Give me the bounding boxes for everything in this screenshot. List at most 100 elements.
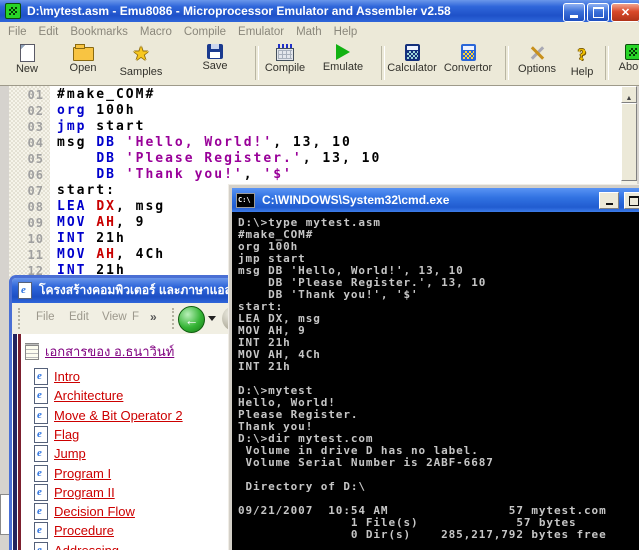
list-item: Procedure (34, 522, 114, 539)
toolbar-button-label: About (619, 61, 639, 73)
list-item: Program II (34, 484, 115, 501)
toolbar-button-label: Calculator (387, 62, 437, 74)
code-token (116, 151, 126, 166)
toolbar-button-label: Save (202, 60, 227, 72)
menu-overflow-chevron[interactable]: » (150, 310, 157, 324)
minimize-button[interactable] (563, 3, 585, 22)
chip-icon (625, 44, 639, 60)
toolbar-drag-handle[interactable] (18, 308, 23, 329)
content-link[interactable]: Jump (54, 446, 86, 461)
code-line: DB 'Please Register.', 13, 10 (57, 151, 381, 167)
menu-item-compile[interactable]: Compile (178, 24, 232, 40)
line-number: 11 (28, 247, 44, 263)
ie-menu-item-edit[interactable]: Edit (69, 311, 89, 323)
menu-item-emulator[interactable]: Emulator (232, 24, 290, 40)
content-link[interactable]: Program II (54, 485, 115, 500)
code-token: DB (96, 135, 116, 150)
content-link[interactable]: Procedure (54, 523, 114, 538)
toolbar-button-label: New (16, 63, 38, 75)
cmd-titlebar[interactable]: C:\WINDOWS\System32\cmd.exe (232, 188, 639, 212)
code-token: #make_COM# (57, 87, 155, 102)
ie-menu-item-f[interactable]: F (132, 311, 139, 323)
cmd-window: C:\WINDOWS\System32\cmd.exe D:\>type myt… (228, 184, 639, 550)
code-token: '$' (263, 167, 292, 182)
scrollbar-up-arrow-icon[interactable] (621, 86, 637, 103)
toolbar-button-label: Samples (120, 66, 163, 78)
list-item: Intro (34, 368, 80, 385)
menu-item-math[interactable]: Math (290, 24, 328, 40)
ie-page-icon (34, 522, 48, 539)
menu-item-bookmarks[interactable]: Bookmarks (64, 24, 134, 40)
content-link[interactable]: Flag (54, 427, 79, 442)
menu-item-edit[interactable]: Edit (33, 24, 65, 40)
content-link[interactable]: Architecture (54, 388, 123, 403)
emu8086-titlebar[interactable]: D:\mytest.asm - Emu8086 - Microprocessor… (0, 0, 639, 22)
code-token: start: (57, 183, 116, 198)
back-button[interactable] (178, 306, 205, 333)
ie-menu-item-view[interactable]: View (102, 311, 127, 323)
content-link[interactable]: Decision Flow (54, 504, 135, 519)
code-token: MOV (57, 215, 86, 230)
close-button[interactable] (611, 3, 639, 22)
toolbar-button-label: Convertor (444, 62, 492, 74)
toolbar-button-help[interactable]: Help (562, 43, 602, 83)
content-link[interactable]: Program I (54, 466, 111, 481)
new-file-icon (20, 44, 35, 62)
code-line: org 100h (57, 103, 136, 119)
cmd-output[interactable]: D:\>type mytest.asm #make_COM# org 100h … (232, 212, 639, 550)
star-icon (132, 44, 149, 65)
content-link[interactable]: Addressing (54, 543, 119, 550)
toolbar-button-new[interactable]: New (6, 43, 48, 83)
toolbar-button-label: Options (518, 63, 556, 75)
ie-page-icon (18, 282, 32, 299)
code-token: , msg (116, 199, 165, 214)
ie-menu-item-file[interactable]: File (36, 311, 55, 323)
code-token: DB (96, 167, 116, 182)
code-token: , 13, 10 (273, 135, 352, 150)
back-dropdown-arrow[interactable] (208, 316, 216, 321)
maximize-button[interactable] (587, 3, 609, 22)
cmd-prompt-icon (236, 193, 255, 208)
toolbar-button-label: Open (70, 62, 97, 74)
code-token (86, 215, 96, 230)
toolbar-button-calculator[interactable]: Calculator (382, 43, 442, 83)
code-token: , 13, 10 (303, 151, 382, 166)
scrollbar-thumb[interactable] (621, 103, 637, 181)
toolbar-button-options[interactable]: Options (513, 43, 561, 83)
toolbar-button-open[interactable]: Open (62, 43, 104, 83)
code-token (116, 167, 126, 182)
toolbar-button-compile[interactable]: Compile (260, 43, 310, 83)
list-item: Addressing (34, 542, 119, 550)
toolbar-button-convertor[interactable]: Convertor (439, 43, 497, 83)
content-link[interactable]: Move & Bit Operator 2 (54, 408, 183, 423)
code-token: jmp (57, 119, 86, 134)
code-token: DB (96, 151, 116, 166)
menu-item-help[interactable]: Help (328, 24, 364, 40)
code-token: 'Hello, World!' (126, 135, 273, 150)
code-token: start (86, 119, 145, 134)
code-token: DX (96, 199, 116, 214)
ie-page-icon (34, 387, 48, 404)
cmd-maximize-button[interactable] (624, 192, 639, 209)
main-toolbar: New Open Samples Save CompileEmulate Calculat… (0, 41, 639, 86)
header-link[interactable]: เอกสารของ อ.ธนาวินท์ (45, 341, 174, 362)
toolbar-button-about[interactable]: About (608, 43, 639, 83)
list-header-row: เอกสารของ อ.ธนาวินท์ (25, 341, 174, 362)
toolbar-button-save[interactable]: Save (194, 43, 236, 83)
menu-item-macro[interactable]: Macro (134, 24, 178, 40)
content-link[interactable]: Intro (54, 369, 80, 384)
minimize-icon (570, 15, 578, 18)
menu-item-file[interactable]: File (2, 24, 33, 40)
toolbar-button-emulate[interactable]: Emulate (318, 43, 368, 83)
line-number: 01 (28, 87, 44, 103)
ie-window-title: โครงสร้างคอมพิวเตอร์ และภาษาแอส (39, 281, 232, 300)
code-token: 'Thank you!' (126, 167, 244, 182)
convertor-icon (461, 44, 476, 61)
desktop-screen: D:\mytest.asm - Emu8086 - Microprocessor… (0, 0, 639, 550)
cmd-minimize-button[interactable] (599, 192, 619, 209)
ie-page-icon (34, 542, 48, 550)
toolbar-drag-handle[interactable] (172, 308, 177, 329)
ie-page-icon (34, 484, 48, 501)
code-token: AH (96, 247, 116, 262)
toolbar-button-samples[interactable]: Samples (116, 43, 166, 83)
